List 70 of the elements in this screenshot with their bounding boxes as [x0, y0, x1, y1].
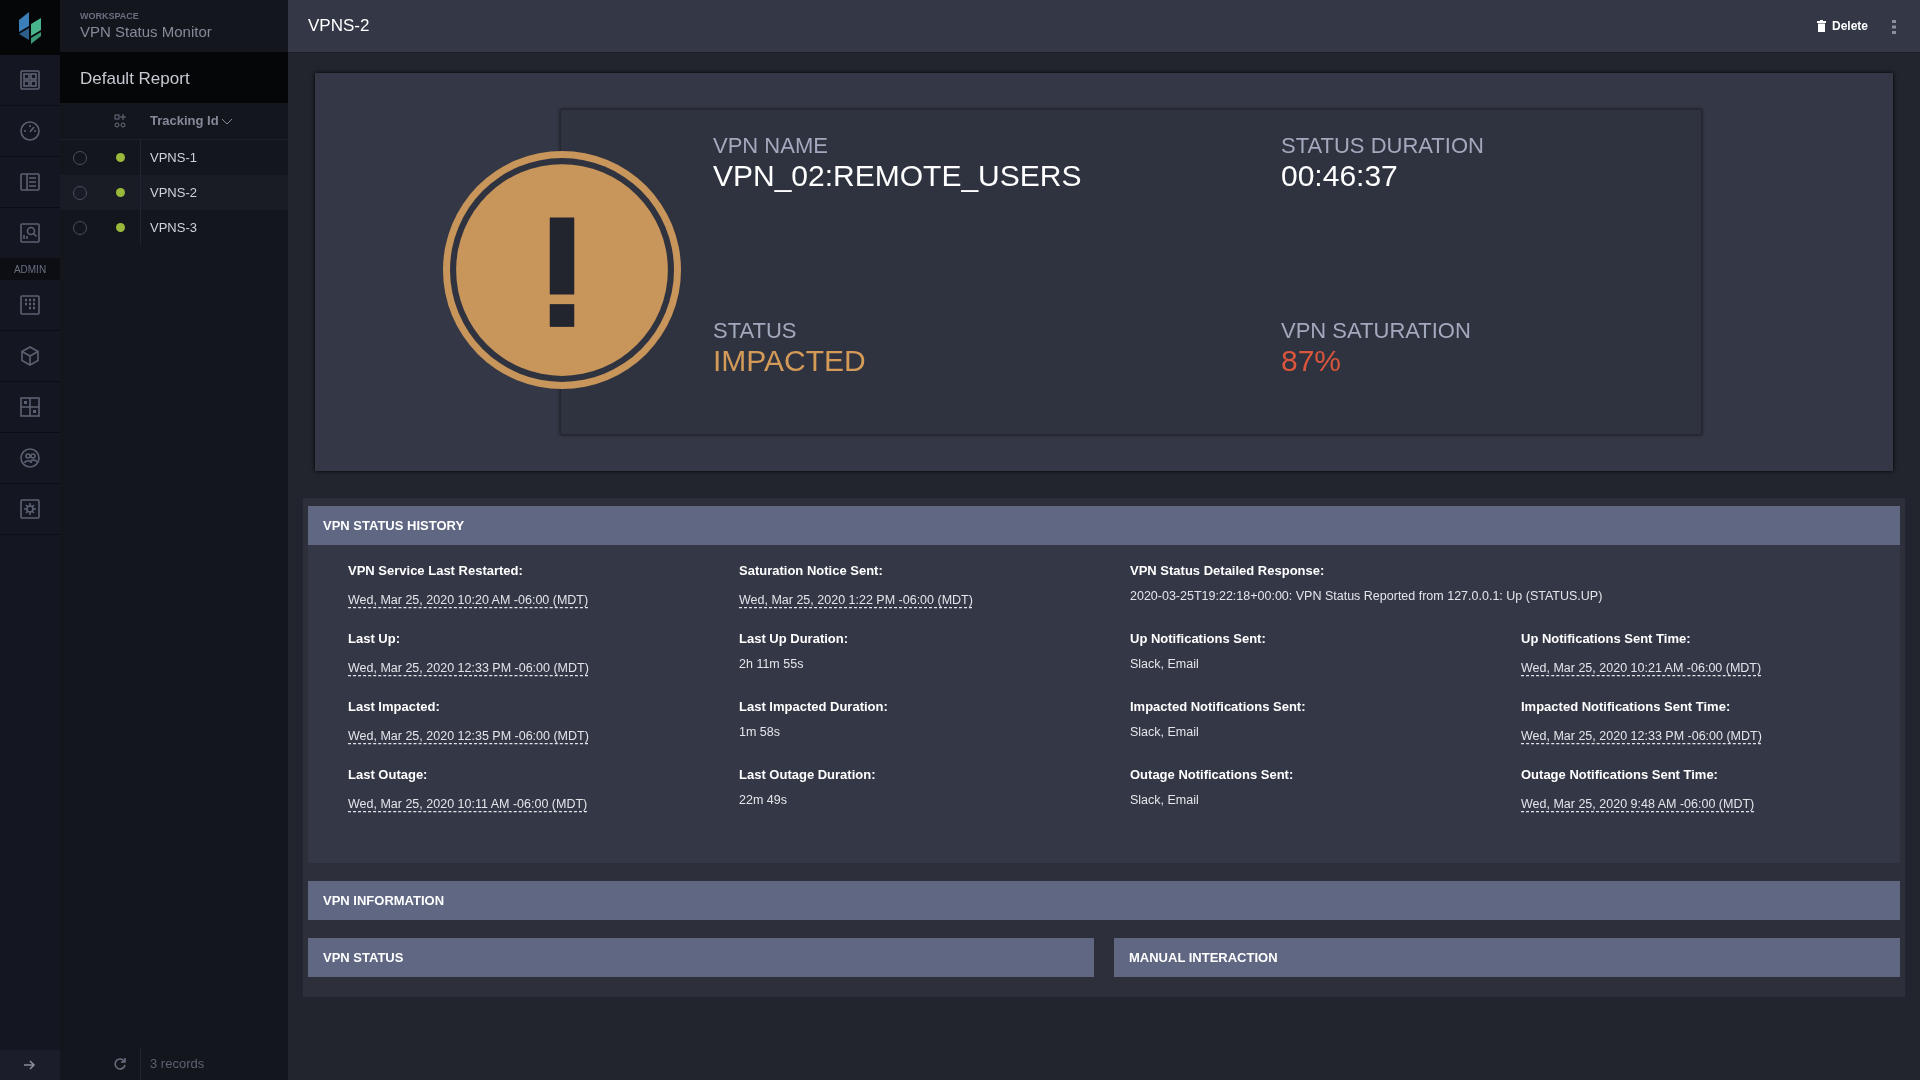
arrow-right-icon: [24, 1060, 36, 1070]
list-icon[interactable]: [19, 171, 41, 193]
tracking-id[interactable]: VPNS-3: [150, 217, 197, 238]
metric-label: VPN NAME: [713, 134, 829, 159]
record-count: 3 records: [150, 1055, 205, 1074]
grid-icon[interactable]: [19, 294, 41, 316]
refresh-icon[interactable]: [113, 1057, 127, 1071]
more-icon[interactable]: [1892, 19, 1896, 34]
field-label: Up Notifications Sent:: [1130, 630, 1267, 648]
field-label: Saturation Notice Sent:: [739, 562, 884, 580]
date-value: Wed, Mar 25, 2020 12:35 PM -06:00 (MDT): [348, 727, 590, 745]
chevron-down-icon: [222, 118, 233, 125]
gauge-icon[interactable]: [19, 120, 41, 142]
metric-value: IMPACTED: [713, 343, 867, 380]
field-label: Last Outage:: [348, 766, 429, 784]
section-header[interactable]: MANUAL INTERACTION: [1114, 938, 1900, 977]
status-column-icon: [114, 114, 126, 128]
metric-label: STATUS DURATION: [1281, 134, 1485, 159]
date-value: Wed, Mar 25, 2020 12:33 PM -06:00 (MDT): [348, 659, 590, 677]
column-header[interactable]: Tracking Id: [140, 110, 239, 132]
field-label: Last Impacted Duration:: [739, 698, 889, 716]
field-label: Last Impacted:: [348, 698, 441, 716]
field-value: 22m 49s: [739, 791, 788, 809]
field-label: Impacted Notifications Sent Time:: [1521, 698, 1732, 716]
date-value: Wed, Mar 25, 2020 9:48 AM -06:00 (MDT): [1521, 795, 1756, 813]
field-label: Last Up:: [348, 630, 401, 648]
date-value: Wed, Mar 25, 2020 10:11 AM -06:00 (MDT): [348, 795, 589, 813]
section-header[interactable]: VPN STATUS: [308, 938, 1094, 977]
metric-value: 00:46:37: [1281, 158, 1399, 195]
field-label: Up Notifications Sent Time:: [1521, 630, 1692, 648]
field-label: Last Up Duration:: [739, 630, 850, 648]
field-label: Outage Notifications Sent Time:: [1521, 766, 1719, 784]
date-value: Wed, Mar 25, 2020 1:22 PM -06:00 (MDT): [739, 591, 974, 609]
field-value: Slack, Email: [1130, 723, 1200, 741]
section-header[interactable]: VPN STATUS HISTORY: [308, 506, 1900, 545]
field-value: 2020-03-25T19:22:18+00:00: VPN Status Reported from 127.0.0.1: Up (STATUS.UP): [1130, 587, 1604, 605]
field-label: Outage Notifications Sent:: [1130, 766, 1295, 784]
section-header[interactable]: VPN INFORMATION: [308, 881, 1900, 920]
date-value: Wed, Mar 25, 2020 10:21 AM -06:00 (MDT): [1521, 659, 1763, 677]
expand-button[interactable]: [0, 1050, 60, 1080]
cube-icon[interactable]: [19, 345, 41, 367]
field-value: Slack, Email: [1130, 791, 1200, 809]
page-title: VPNS-2: [308, 15, 370, 38]
delete-button[interactable]: Delete: [1810, 16, 1874, 36]
section-label: ADMIN: [0, 259, 60, 280]
metric-value: 87%: [1281, 343, 1343, 380]
metric-value: VPN_02:REMOTE_USERS: [713, 158, 1083, 195]
trash-icon: [1816, 20, 1826, 32]
tracking-id[interactable]: VPNS-1: [150, 147, 197, 168]
metric-label: VPN SATURATION: [1281, 319, 1472, 344]
date-value: Wed, Mar 25, 2020 12:33 PM -06:00 (MDT): [1521, 727, 1763, 745]
logo-icon: [17, 11, 43, 44]
metric-label: STATUS: [713, 319, 798, 344]
field-label: Last Outage Duration:: [739, 766, 877, 784]
workspace-name: VPN Status Monitor: [80, 22, 213, 42]
field-label: Impacted Notifications Sent:: [1130, 698, 1307, 716]
users-icon[interactable]: [19, 447, 41, 469]
report-title: Default Report: [80, 69, 190, 88]
dashboard-icon[interactable]: [19, 69, 41, 91]
report-search-icon[interactable]: [19, 222, 41, 244]
field-value: Slack, Email: [1130, 655, 1200, 673]
field-label: VPN Status Detailed Response:: [1130, 562, 1326, 580]
tracking-id[interactable]: VPNS-2: [150, 182, 197, 203]
workspace-caption: WORKSPACE: [80, 12, 140, 21]
layout-icon[interactable]: [19, 396, 41, 418]
field-label: VPN Service Last Restarted:: [348, 562, 524, 580]
settings-icon[interactable]: [19, 498, 41, 520]
field-value: 1m 58s: [739, 723, 781, 741]
date-value: Wed, Mar 25, 2020 10:20 AM -06:00 (MDT): [348, 591, 590, 609]
field-value: 2h 11m 55s: [739, 655, 805, 673]
